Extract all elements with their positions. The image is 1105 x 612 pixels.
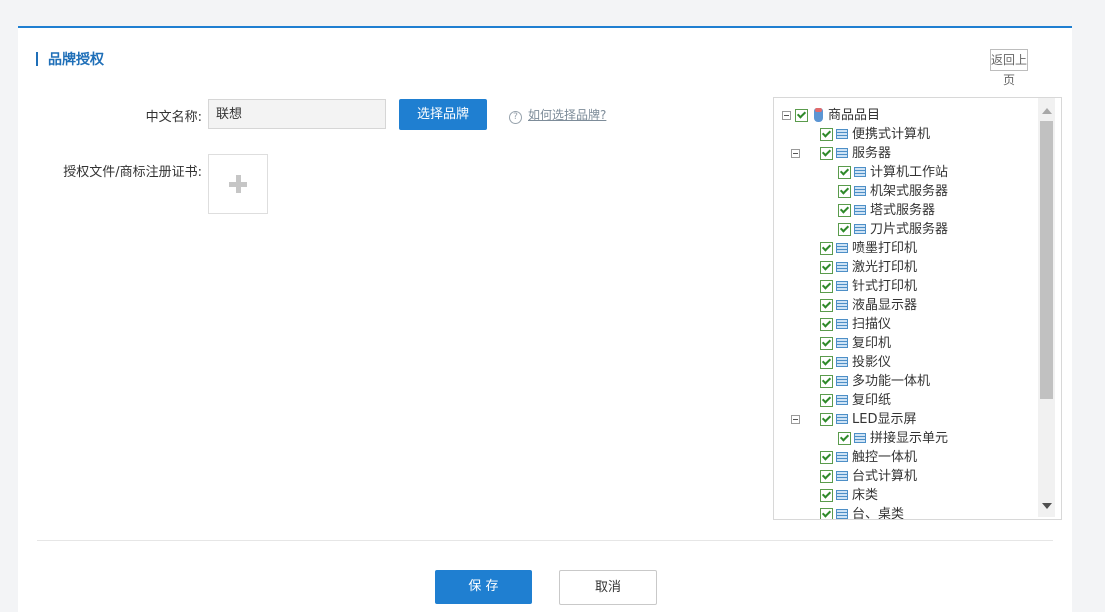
tree-item-label: 便携式计算机 [852, 127, 931, 142]
checkbox-checked-icon[interactable] [820, 394, 833, 407]
chinese-name-label: 中文名称: [145, 110, 202, 125]
page-title: 品牌授权 [36, 49, 104, 69]
auth-file-label: 授权文件/商标注册证书: [63, 165, 202, 180]
tree-item-label: 复印纸 [852, 393, 892, 408]
tree-item-label: 喷墨打印机 [852, 241, 918, 256]
cancel-button[interactable]: 取消 [559, 570, 657, 605]
checkbox-checked-icon[interactable] [820, 318, 833, 331]
checkbox-checked-icon[interactable] [820, 261, 833, 274]
tree-item-label: 塔式服务器 [870, 203, 936, 218]
checkbox-checked-icon[interactable] [820, 242, 833, 255]
checkbox-checked-icon[interactable] [838, 185, 851, 198]
checkbox-checked-icon[interactable] [820, 489, 833, 502]
category-icon [836, 509, 848, 519]
checkbox-checked-icon[interactable] [820, 508, 833, 519]
brand-auth-panel: 品牌授权 返回上页 中文名称: 联想 选择品牌 ? 如何选择品牌? 授权文件/商标… [18, 26, 1072, 612]
checkbox-checked-icon[interactable] [820, 337, 833, 350]
checkbox-checked-icon[interactable] [838, 166, 851, 179]
tree-root-label: 商品品目 [828, 108, 881, 123]
category-icon [836, 414, 848, 424]
collapse-icon[interactable] [791, 149, 800, 158]
checkbox-checked-icon[interactable] [795, 109, 808, 122]
tree-item-label: 拼接显示单元 [870, 431, 949, 446]
checkbox-checked-icon[interactable] [820, 147, 833, 160]
checkbox-checked-icon[interactable] [838, 432, 851, 445]
plus-icon-vertical [236, 175, 241, 193]
tree-item-label: 床类 [852, 488, 879, 503]
category-icon [836, 262, 848, 272]
tree-item-label: 扫描仪 [852, 317, 892, 332]
checkbox-checked-icon[interactable] [820, 356, 833, 369]
tree-item-label: LED显示屏 [852, 412, 917, 427]
divider [37, 540, 1053, 541]
category-icon [854, 205, 866, 215]
tree-item-label: 多功能一体机 [852, 374, 931, 389]
how-to-select-brand-link[interactable]: 如何选择品牌? [528, 108, 606, 122]
tree-item-label: 触控一体机 [852, 450, 918, 465]
checkbox-checked-icon[interactable] [820, 413, 833, 426]
tree-item-label: 液晶显示器 [852, 298, 918, 313]
database-icon [814, 108, 823, 122]
checkbox-checked-icon[interactable] [838, 223, 851, 236]
tree-item-label: 刀片式服务器 [870, 222, 949, 237]
tree-item-label: 投影仪 [852, 355, 892, 370]
category-icon [836, 452, 848, 462]
chinese-name-input[interactable]: 联想 [208, 99, 386, 129]
help-link-group[interactable]: ? 如何选择品牌? [509, 106, 606, 124]
tree-scrollbar-thumb[interactable] [1040, 121, 1053, 399]
category-icon [854, 224, 866, 234]
checkbox-checked-icon[interactable] [820, 470, 833, 483]
collapse-icon[interactable] [791, 415, 800, 424]
back-button[interactable]: 返回上页 [990, 49, 1028, 87]
tree-item-label: 激光打印机 [852, 260, 918, 275]
category-icon [836, 357, 848, 367]
category-icon [836, 395, 848, 405]
checkbox-checked-icon[interactable] [820, 299, 833, 312]
category-icon [836, 471, 848, 481]
category-icon [836, 281, 848, 291]
tree-item-label: 服务器 [852, 146, 892, 161]
title-accent-bar [36, 52, 38, 66]
tree-item-label: 台式计算机 [852, 469, 918, 484]
category-icon [854, 186, 866, 196]
scroll-up-icon[interactable] [1042, 108, 1052, 114]
checkbox-checked-icon[interactable] [820, 128, 833, 141]
checkbox-checked-icon[interactable] [820, 375, 833, 388]
scroll-down-icon[interactable] [1042, 503, 1052, 509]
checkbox-checked-icon[interactable] [838, 204, 851, 217]
upload-file-button[interactable] [208, 154, 268, 214]
page-title-text: 品牌授权 [48, 52, 104, 68]
category-icon [836, 338, 848, 348]
category-icon [836, 376, 848, 386]
checkbox-checked-icon[interactable] [820, 451, 833, 464]
category-icon [836, 300, 848, 310]
tree-item-label: 针式打印机 [852, 279, 918, 294]
save-button[interactable]: 保 存 [435, 570, 532, 604]
category-icon [836, 243, 848, 253]
tree-item-label: 台、桌类 [852, 507, 905, 520]
select-brand-button[interactable]: 选择品牌 [399, 99, 487, 130]
collapse-icon[interactable] [782, 111, 791, 120]
category-icon [836, 129, 848, 139]
category-icon [854, 433, 866, 443]
category-icon [836, 490, 848, 500]
checkbox-checked-icon[interactable] [820, 280, 833, 293]
tree-item-label: 计算机工作站 [870, 165, 949, 180]
category-icon [836, 148, 848, 158]
category-icon [854, 167, 866, 177]
tree-item-label: 复印机 [852, 336, 892, 351]
question-icon: ? [509, 111, 522, 124]
category-icon [836, 319, 848, 329]
tree-item-label: 机架式服务器 [870, 184, 949, 199]
category-tree[interactable]: 商品品目 便携式计算机 服务器计算机工作站 机架式服务器 塔式服务器刀片式服务器喷墨打… [773, 97, 1062, 520]
